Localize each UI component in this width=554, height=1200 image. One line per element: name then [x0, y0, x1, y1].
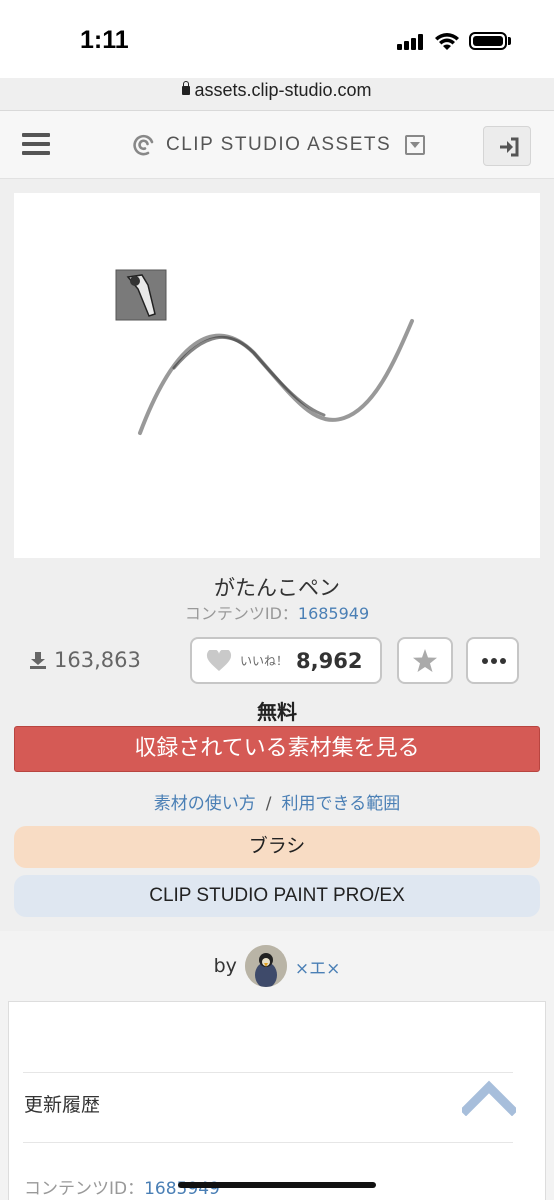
like-count: 8,962 — [296, 648, 363, 673]
login-button[interactable] — [483, 126, 531, 166]
heart-icon — [206, 649, 232, 671]
scope-link[interactable]: 利用できる範囲 — [282, 794, 401, 814]
help-links: 素材の使い方 / 利用できる範囲 — [0, 789, 554, 814]
battery-icon — [469, 32, 507, 50]
home-indicator — [178, 1182, 376, 1188]
content-id-value[interactable]: 1685949 — [298, 604, 369, 623]
more-icon — [482, 658, 506, 664]
signal-icon — [397, 34, 427, 50]
url-text: assets.clip-studio.com — [194, 80, 372, 100]
update-history-label[interactable]: 更新履歴 — [24, 1090, 100, 1117]
avatar[interactable] — [244, 945, 287, 987]
material-title: がたんこペン — [214, 576, 340, 600]
download-count-value: 163,863 — [54, 648, 141, 672]
battery-cap — [508, 37, 511, 45]
tag-brush[interactable]: ブラシ — [14, 826, 540, 868]
divider — [23, 1142, 513, 1143]
lock-icon — [182, 81, 191, 95]
divider — [23, 1072, 513, 1073]
view-collection-button[interactable]: 収録されている素材集を見る — [14, 726, 540, 772]
author-row: by ×エ× — [0, 944, 554, 988]
link-separator: / — [265, 794, 272, 814]
favorite-button[interactable] — [397, 637, 453, 684]
author-by-label: by — [213, 955, 237, 977]
site-header: CLIP STUDIO ASSETS — [0, 111, 554, 179]
content-id-label: コンテンツID： — [184, 604, 298, 623]
tag-app[interactable]: CLIP STUDIO PAINT PRO/EX — [14, 875, 540, 917]
author-name[interactable]: ×エ× — [295, 954, 341, 979]
brand-dropdown-icon[interactable] — [405, 135, 426, 155]
menu-icon[interactable] — [22, 133, 50, 155]
status-time: 1:11 — [80, 26, 129, 54]
chevron-up-icon[interactable] — [462, 1080, 516, 1116]
preview-image — [14, 193, 540, 558]
more-button[interactable] — [466, 637, 519, 684]
usage-link[interactable]: 素材の使い方 — [154, 794, 256, 814]
download-count: 163,863 — [28, 648, 141, 672]
pen-tool-icon — [115, 269, 167, 321]
like-label: いいね！ — [240, 654, 289, 668]
price: 無料 — [257, 700, 297, 724]
address-bar[interactable]: assets.clip-studio.com — [0, 80, 554, 101]
details-content-id-label: コンテンツID： — [24, 1179, 145, 1199]
brand-name: CLIP STUDIO ASSETS — [166, 134, 392, 155]
like-button[interactable]: いいね！ 8,962 — [190, 637, 382, 684]
brand-logo-icon — [133, 134, 154, 156]
status-bar: 1:11 — [0, 0, 554, 78]
login-icon — [500, 137, 519, 157]
download-icon — [30, 652, 46, 669]
content-id: コンテンツID：1685949 — [0, 600, 554, 624]
wifi-icon — [435, 33, 459, 50]
brand[interactable]: CLIP STUDIO ASSETS — [132, 133, 426, 157]
star-icon — [413, 649, 437, 672]
